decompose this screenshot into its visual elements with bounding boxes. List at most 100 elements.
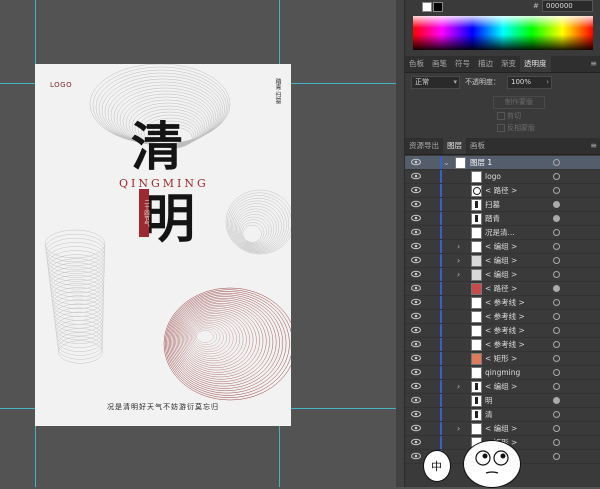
invert-mask-checkbox[interactable] [497, 124, 505, 132]
panel-menu-icon[interactable]: ≡ [590, 59, 597, 68]
target-icon[interactable] [553, 271, 560, 278]
layer-row[interactable]: < 参考线 > [405, 296, 600, 310]
layer-row[interactable]: < 矩形 > [405, 352, 600, 366]
layers-list[interactable]: ⌄ 图层 1 logo < 路径 > 扫墓 踏青 况是清... › < 编组 > › < 编组 … [405, 156, 600, 464]
layer-name[interactable]: qingming [485, 366, 520, 379]
target-icon[interactable] [553, 411, 560, 418]
eye-icon[interactable] [411, 242, 421, 250]
eye-icon[interactable] [411, 298, 421, 306]
layer-name[interactable]: < 编组 > [485, 240, 517, 253]
eye-icon[interactable] [411, 312, 421, 320]
tab-brushes[interactable]: 画笔 [428, 56, 451, 72]
target-icon[interactable] [553, 341, 560, 348]
tab-artboards[interactable]: 画板 [466, 138, 489, 154]
poster-char-qing[interactable]: 清 [131, 122, 183, 174]
chevron-down-icon[interactable]: ⌄ [443, 156, 450, 169]
layer-name[interactable]: 清 [485, 408, 493, 421]
target-icon[interactable] [553, 173, 560, 180]
eye-icon[interactable] [411, 340, 421, 348]
eye-icon[interactable] [411, 438, 421, 446]
eye-icon[interactable] [411, 158, 421, 166]
eye-icon[interactable] [411, 452, 421, 460]
clip-checkbox[interactable] [497, 112, 505, 120]
poster-pinyin[interactable]: QINGMING [119, 177, 209, 190]
layer-name[interactable]: < 参考线 > [485, 338, 525, 351]
layer-row[interactable]: 踏青 [405, 212, 600, 226]
poster-artboard[interactable]: LOGO 踏青·扫墓 清 明 QINGMING 二十四节气 况是清明好天气不妨游… [35, 64, 291, 426]
target-icon[interactable] [553, 229, 560, 236]
eye-icon[interactable] [411, 382, 421, 390]
layer-row[interactable]: 况是清... [405, 226, 600, 240]
layer-name[interactable]: < 编组 > [485, 268, 517, 281]
chevron-right-icon[interactable]: › [457, 380, 460, 393]
chevron-right-icon[interactable]: › [457, 422, 460, 435]
eye-icon[interactable] [411, 396, 421, 404]
layer-name[interactable]: < 编组 > [485, 422, 517, 435]
layer-name[interactable]: 图层 1 [470, 156, 492, 169]
eye-icon[interactable] [411, 424, 421, 432]
tab-layers[interactable]: 图层 [443, 138, 466, 154]
tab-transparency[interactable]: 透明度 [520, 56, 551, 72]
layer-row[interactable]: < 参考线 > [405, 324, 600, 338]
layer-name[interactable]: < 编组 > [485, 254, 517, 267]
color-spectrum[interactable] [413, 16, 593, 50]
layer-name[interactable]: 扫墓 [485, 198, 500, 211]
layer-name[interactable]: < 路径 > [485, 184, 517, 197]
layer-name[interactable]: < 参考线 > [485, 310, 525, 323]
target-icon[interactable] [553, 243, 560, 250]
layer-row[interactable]: < 路径 > [405, 282, 600, 296]
hex-input[interactable]: 000000 [542, 0, 593, 12]
layer-name[interactable]: < 矩形 > [485, 352, 517, 365]
chevron-right-icon[interactable]: › [457, 254, 460, 267]
target-icon[interactable] [553, 299, 560, 306]
eye-icon[interactable] [411, 256, 421, 264]
layer-row[interactable]: 明 [405, 394, 600, 408]
opacity-field[interactable]: 100% › [507, 76, 552, 89]
target-icon[interactable] [553, 425, 560, 432]
layers-menu-icon[interactable]: ≡ [590, 141, 597, 150]
target-icon[interactable] [553, 187, 560, 194]
layer-row[interactable]: 扫墓 [405, 198, 600, 212]
tab-stroke[interactable]: 描边 [474, 56, 497, 72]
fill-swatch[interactable] [422, 2, 432, 12]
target-icon[interactable] [553, 355, 560, 362]
layer-row[interactable]: › < 编组 > [405, 268, 600, 282]
tab-swatches[interactable]: 色板 [405, 56, 428, 72]
make-mask-button[interactable]: 制作蒙版 [493, 96, 545, 109]
panel-collapse-strip[interactable] [396, 0, 404, 487]
target-icon[interactable] [553, 159, 560, 166]
eye-icon[interactable] [411, 368, 421, 376]
layer-row[interactable]: › < 编组 > [405, 254, 600, 268]
layer-name[interactable]: logo [485, 170, 501, 183]
tab-symbols[interactable]: 符号 [451, 56, 474, 72]
target-icon[interactable] [553, 383, 560, 390]
poster-logo[interactable]: LOGO [50, 81, 72, 89]
tab-gradient[interactable]: 渐变 [497, 56, 520, 72]
eye-icon[interactable] [411, 410, 421, 418]
layer-name[interactable]: 况是清... [485, 226, 515, 239]
target-icon[interactable] [553, 439, 560, 446]
layer-row[interactable]: 清 [405, 408, 600, 422]
poster-bottom-line[interactable]: 况是清明好天气不妨游衍莫忘归 [35, 402, 291, 412]
target-icon[interactable] [553, 397, 560, 404]
chevron-right-icon[interactable]: › [457, 240, 460, 253]
layer-name[interactable]: 踏青 [485, 212, 500, 225]
layer-row[interactable]: › < 编组 > [405, 380, 600, 394]
layer-name[interactable]: 明 [485, 394, 493, 407]
target-icon[interactable] [553, 257, 560, 264]
poster-seal[interactable]: 二十四节气 [139, 189, 149, 237]
layer-name[interactable]: < 编组 > [485, 380, 517, 393]
layer-row[interactable]: › < 编组 > [405, 422, 600, 436]
layer-row[interactable]: qingming [405, 366, 600, 380]
target-icon[interactable] [553, 201, 560, 208]
eye-icon[interactable] [411, 354, 421, 362]
target-icon[interactable] [553, 327, 560, 334]
chevron-right-icon[interactable]: › [457, 268, 460, 281]
poster-char-ming[interactable]: 明 [143, 194, 195, 246]
layer-row-top[interactable]: ⌄ 图层 1 [405, 156, 600, 170]
stroke-swatch[interactable] [433, 2, 443, 12]
layer-row[interactable]: < 路径 > [405, 184, 600, 198]
layer-row[interactable]: › < 编组 > [405, 240, 600, 254]
layer-row[interactable]: logo [405, 170, 600, 184]
eye-icon[interactable] [411, 200, 421, 208]
